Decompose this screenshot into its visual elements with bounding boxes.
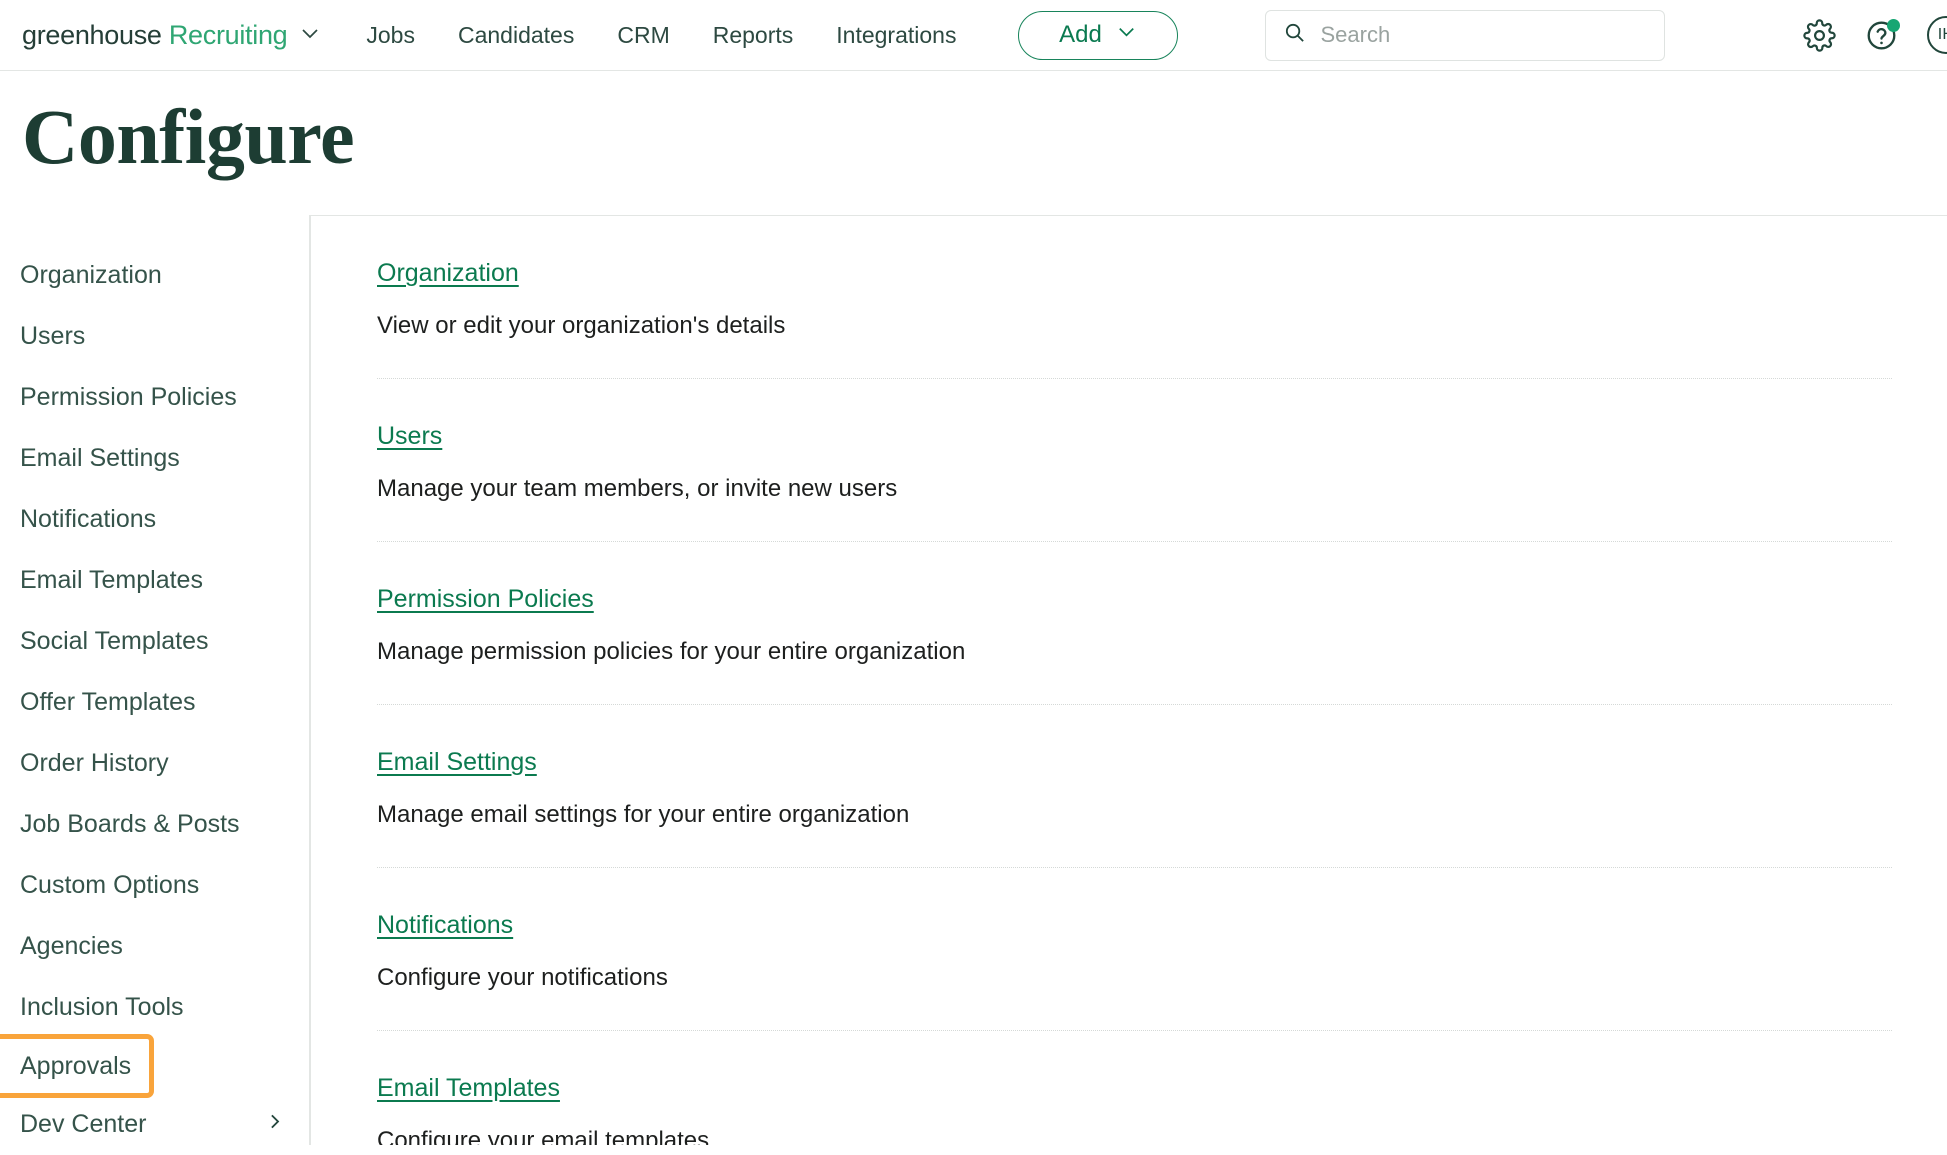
- main-nav-links: Jobs Candidates CRM Reports Integrations: [366, 22, 956, 49]
- nav-item-crm[interactable]: CRM: [617, 22, 669, 49]
- sidebar-item-custom-options[interactable]: Custom Options: [0, 855, 309, 916]
- page-title: Configure: [22, 93, 355, 180]
- config-link-notifications[interactable]: Notifications: [377, 911, 513, 940]
- brand-primary-text: greenhouse: [22, 19, 162, 50]
- config-description: Manage permission policies for your enti…: [377, 638, 966, 665]
- config-link-email-settings[interactable]: Email Settings: [377, 748, 537, 777]
- chevron-down-icon[interactable]: [298, 21, 322, 50]
- notification-dot: [1887, 18, 1900, 32]
- sidebar-item-offer-templates[interactable]: Offer Templates: [0, 672, 309, 733]
- config-entry-permission-policies: Permission Policies Manage permission po…: [377, 541, 1892, 704]
- sidebar-item-email-settings[interactable]: Email Settings: [0, 428, 309, 489]
- config-entry-email-templates: Email Templates Configure your email tem…: [377, 1030, 1892, 1145]
- sidebar-item-users[interactable]: Users: [0, 306, 309, 367]
- sidebar-item-label: Organization: [20, 261, 162, 289]
- header-icon-group: IH: [1803, 16, 1947, 54]
- configure-content-panel: Organization View or edit your organizat…: [310, 215, 1947, 1145]
- chevron-down-icon: [1115, 20, 1138, 50]
- sidebar-item-label: Email Templates: [20, 566, 203, 594]
- nav-item-jobs[interactable]: Jobs: [366, 22, 415, 49]
- sidebar-item-organization[interactable]: Organization: [0, 245, 309, 306]
- add-button-label: Add: [1059, 21, 1102, 48]
- config-entry-organization: Organization View or edit your organizat…: [377, 216, 1892, 378]
- config-description: Manage your team members, or invite new …: [377, 475, 898, 502]
- config-description: Configure your email templates: [377, 1127, 710, 1145]
- gear-icon[interactable]: [1803, 18, 1836, 52]
- sidebar-item-email-templates[interactable]: Email Templates: [0, 550, 309, 611]
- nav-item-integrations[interactable]: Integrations: [836, 22, 956, 49]
- sidebar-item-label: Job Boards & Posts: [20, 810, 240, 838]
- sidebar-item-permission-policies[interactable]: Permission Policies: [0, 367, 309, 428]
- sidebar-item-label: Approvals: [20, 1051, 132, 1080]
- search-box[interactable]: [1265, 9, 1666, 61]
- config-entry-users: Users Manage your team members, or invit…: [377, 378, 1892, 541]
- nav-item-candidates[interactable]: Candidates: [458, 22, 574, 49]
- configure-sidebar: Organization Users Permission Policies E…: [0, 215, 310, 1145]
- search-input[interactable]: [1320, 22, 1648, 48]
- sidebar-item-label: Notifications: [20, 505, 157, 533]
- top-navigation-bar: greenhouse Recruiting Jobs Candidates CR…: [0, 0, 1947, 71]
- config-description: Manage email settings for your entire or…: [377, 801, 910, 828]
- sidebar-item-label: Order History: [20, 749, 169, 777]
- brand-secondary-text: Recruiting: [168, 19, 288, 50]
- sidebar-item-dev-center[interactable]: Dev Center: [0, 1094, 309, 1155]
- sidebar-item-agencies[interactable]: Agencies: [0, 916, 309, 977]
- sidebar-item-label: Social Templates: [20, 627, 209, 655]
- config-link-organization[interactable]: Organization: [377, 259, 519, 288]
- avatar-initials: IH: [1937, 26, 1947, 43]
- sidebar-item-social-templates[interactable]: Social Templates: [0, 611, 309, 672]
- brand-logo-text: greenhouse Recruiting: [22, 19, 288, 51]
- sidebar-item-notifications[interactable]: Notifications: [0, 489, 309, 550]
- sidebar-item-label: Inclusion Tools: [20, 993, 184, 1021]
- search-icon: [1283, 21, 1306, 49]
- sidebar-item-label: Permission Policies: [20, 383, 237, 411]
- chevron-right-icon: [264, 1110, 285, 1139]
- sidebar-item-label: Agencies: [20, 932, 123, 960]
- config-link-users[interactable]: Users: [377, 422, 442, 451]
- avatar[interactable]: IH: [1927, 16, 1947, 54]
- brand-logo-dropdown[interactable]: greenhouse Recruiting: [22, 20, 322, 51]
- sidebar-item-label: Offer Templates: [20, 688, 196, 716]
- sidebar-item-label: Users: [20, 322, 86, 350]
- sidebar-item-inclusion-tools[interactable]: Inclusion Tools: [0, 977, 309, 1038]
- question-circle-icon[interactable]: [1865, 18, 1900, 52]
- sidebar-item-order-history[interactable]: Order History: [0, 733, 309, 794]
- config-link-email-templates[interactable]: Email Templates: [377, 1074, 560, 1103]
- sidebar-item-label: Custom Options: [20, 871, 200, 899]
- add-button[interactable]: Add: [1018, 10, 1179, 60]
- nav-item-reports[interactable]: Reports: [713, 22, 794, 49]
- sidebar-item-approvals[interactable]: Approvals: [0, 1034, 154, 1098]
- sidebar-item-label: Email Settings: [20, 444, 180, 472]
- config-description: Configure your notifications: [377, 964, 668, 991]
- config-link-permission-policies[interactable]: Permission Policies: [377, 585, 594, 614]
- sidebar-item-job-boards-posts[interactable]: Job Boards & Posts: [0, 794, 309, 855]
- config-entry-email-settings: Email Settings Manage email settings for…: [377, 704, 1892, 867]
- config-description: View or edit your organization's details: [377, 312, 786, 339]
- sidebar-item-label: Dev Center: [20, 1110, 147, 1138]
- config-entry-notifications: Notifications Configure your notificatio…: [377, 867, 1892, 1030]
